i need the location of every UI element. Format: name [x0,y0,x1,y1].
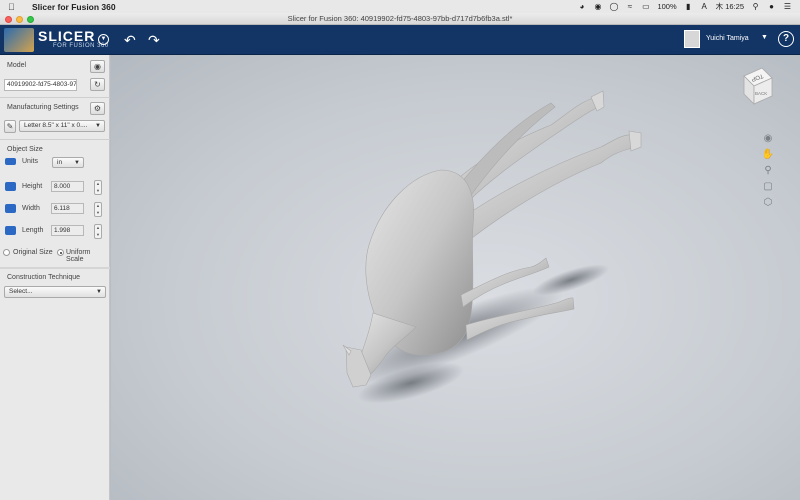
height-stepper[interactable]: ▲ ▼ [94,180,102,195]
units-label: Units [22,158,38,165]
zoom-fit-icon[interactable]: ▢ [761,181,775,197]
refresh-icon: ↻ [94,80,101,89]
manufacturing-settings-select[interactable]: Letter 8.5" x 11" x 0.... ▼ [19,120,105,132]
3d-viewport[interactable]: TOP BACK ◉ ✋ ⚲ ▢ ⬡ [111,55,800,500]
airplay-icon[interactable]: ▭ [641,2,650,11]
logo-title: SLICER [38,28,96,44]
manufacturing-settings-value: Letter 8.5" x 11" x 0.... [24,122,88,129]
eye-icon: ◉ [94,62,101,71]
search-icon[interactable]: ⚲ [751,2,760,11]
navigation-toolbar: ◉ ✋ ⚲ ▢ ⬡ [761,133,775,213]
user-dropdown-icon[interactable]: ▼ [761,34,768,41]
manufacturing-settings-label: Manufacturing Settings [7,104,79,111]
orbit-icon[interactable]: ◉ [761,133,775,149]
app-menu[interactable]: Slicer for Fusion 360 [32,2,116,12]
units-select[interactable]: in ▼ [52,157,84,168]
view-cube[interactable]: TOP BACK [738,66,774,106]
zoom-icon[interactable] [27,16,34,23]
view-cube-back-label[interactable]: BACK [755,91,767,96]
status-area: ◕ ◉ ◯ ≈ ▭ 100% ▮ A 木 16:25 ⚲ ● ☰ [577,1,800,12]
input-source-icon[interactable]: A [700,2,709,11]
zoom-icon[interactable]: ⚲ [761,165,775,181]
original-size-radio[interactable] [3,249,10,256]
pencil-icon: ✎ [6,122,14,131]
avatar[interactable] [684,30,700,48]
minimize-icon[interactable] [16,16,23,23]
battery-percent: 100% [657,2,677,11]
construction-technique-value: Select... [9,288,33,295]
user-name[interactable]: Yuichi Tamiya [706,35,749,42]
height-dimension-icon [5,182,16,191]
width-dimension-icon [5,204,16,213]
manufacturing-settings-button[interactable]: ⚙ [90,102,105,115]
app-menu-dropdown-icon[interactable]: ▼ [98,34,109,45]
gear-icon: ⚙ [93,104,102,113]
divider [0,267,110,269]
pan-hand-icon[interactable]: ✋ [761,149,775,165]
undo-icon[interactable]: ↶ [124,32,136,49]
slicer-logo [4,28,34,52]
app-header: SLICER FOR FUSION 360 ▼ ↶ ↷ Yuichi Tamiy… [0,25,800,55]
height-input[interactable]: 8.000 [51,181,84,192]
units-icon [5,158,16,165]
height-label: Height [22,183,43,190]
wifi-icon[interactable]: ≈ [625,2,634,11]
uniform-scale-label[interactable]: Uniform Scale [66,249,109,263]
macos-menubar:  Slicer for Fusion 360 ◕ ◉ ◯ ≈ ▭ 100% ▮… [0,0,800,13]
view-cube-graphic [743,67,773,105]
divider [0,97,110,98]
units-value: in [57,159,63,166]
width-stepper[interactable]: ▲ ▼ [94,202,102,217]
record-icon[interactable]: ◉ [593,2,602,11]
original-size-label[interactable]: Original Size [13,249,53,256]
chevron-down-icon: ▼ [96,289,102,295]
chevron-down-icon: ▼ [95,123,101,129]
help-icon[interactable]: ? [778,31,794,47]
reload-model-button[interactable]: ↻ [90,78,105,91]
settings-sidebar: Model ◉ 40919902-fd75-4803-97 ↻ Manufact… [0,55,110,500]
model-label: Model [7,62,27,69]
width-input[interactable]: 6.118 [51,203,84,214]
edit-manufacturing-button[interactable]: ✎ [4,120,16,133]
notification-center-icon[interactable]: ☰ [783,2,792,11]
uniform-scale-radio[interactable] [57,249,64,256]
clock[interactable]: 木 16:25 [716,1,744,12]
length-input[interactable]: 1.998 [51,225,84,236]
home-view-icon[interactable]: ⬡ [761,197,775,213]
divider [0,139,110,140]
length-label: Length [22,227,44,234]
redo-icon[interactable]: ↷ [148,32,160,49]
length-dimension-icon [5,226,16,235]
battery-icon[interactable]: ▮ [684,2,693,11]
window-titlebar: Slicer for Fusion 360: 40919902-fd75-480… [0,13,800,25]
visibility-toggle-button[interactable]: ◉ [90,60,105,73]
object-size-label: Object Size [7,146,43,153]
sync-icon[interactable]: ◕ [577,2,586,11]
window-controls [5,16,34,23]
window-title: Slicer for Fusion 360: 40919902-fd75-480… [287,14,513,23]
chevron-down-icon: ▼ [74,160,80,166]
apple-menu-icon[interactable]:  [8,2,22,12]
model-name-field[interactable]: 40919902-fd75-4803-97 [4,79,77,91]
width-label: Width [22,205,40,212]
construction-technique-select[interactable]: Select... ▼ [4,286,106,298]
close-icon[interactable] [5,16,12,23]
length-stepper[interactable]: ▲ ▼ [94,224,102,239]
construction-technique-label: Construction Technique [7,274,81,281]
status-icon[interactable]: ◯ [609,2,618,11]
siri-icon[interactable]: ● [767,2,776,11]
model-render [342,90,642,404]
